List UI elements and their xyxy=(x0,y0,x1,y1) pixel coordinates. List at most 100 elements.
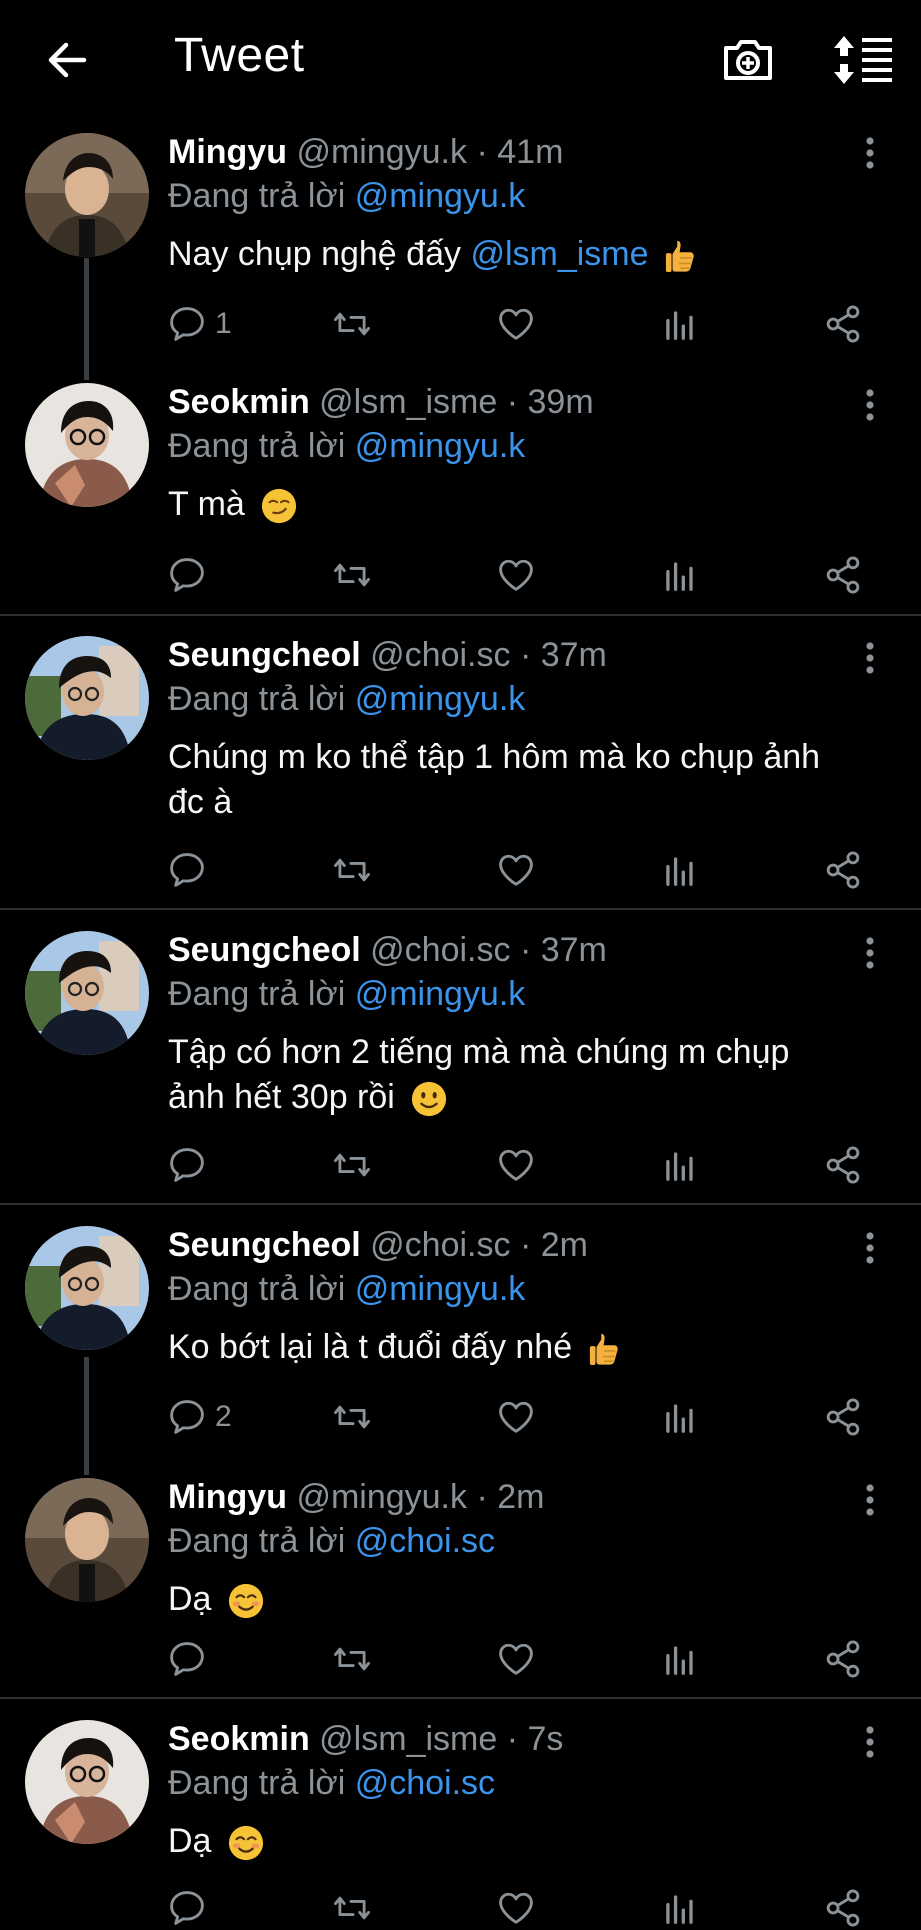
share-button[interactable] xyxy=(821,1886,865,1930)
retweet-button[interactable] xyxy=(330,848,374,892)
mention-link[interactable]: @mingyu.k xyxy=(355,1270,526,1308)
reply-context: Đang trả lời @mingyu.k xyxy=(168,1270,526,1308)
action-bar: 2 xyxy=(165,1395,875,1439)
like-button[interactable] xyxy=(494,848,538,892)
reply-button[interactable]: 1 xyxy=(165,302,232,346)
reply-button[interactable] xyxy=(165,1886,209,1930)
speech-bubble-icon xyxy=(165,1637,209,1681)
reply-button[interactable] xyxy=(165,848,209,892)
avatar[interactable] xyxy=(25,1720,149,1844)
action-bar xyxy=(165,848,875,892)
reply-button[interactable] xyxy=(165,1143,209,1187)
arrow-left-icon[interactable] xyxy=(40,32,96,88)
like-button[interactable] xyxy=(494,1395,538,1439)
share-button[interactable] xyxy=(821,553,865,597)
user-name[interactable]: Seungcheol xyxy=(168,636,361,674)
stats-button[interactable] xyxy=(658,1637,702,1681)
speech-bubble-icon xyxy=(165,848,209,892)
retweet-button[interactable] xyxy=(330,302,374,346)
vertical-dots-icon[interactable] xyxy=(855,1228,885,1268)
share-button[interactable] xyxy=(821,302,865,346)
retweet-icon xyxy=(330,1637,374,1681)
user-name[interactable]: Seungcheol xyxy=(168,931,361,969)
stats-button[interactable] xyxy=(658,1395,702,1439)
retweet-button[interactable] xyxy=(330,1886,374,1930)
vertical-dots-icon[interactable] xyxy=(855,1480,885,1520)
avatar[interactable] xyxy=(25,383,149,507)
avatar[interactable] xyxy=(25,1226,149,1350)
like-button[interactable] xyxy=(494,553,538,597)
camera-add-icon[interactable] xyxy=(718,30,778,90)
blush-smile-emoji-icon xyxy=(227,1582,265,1620)
reply-button[interactable] xyxy=(165,553,209,597)
sort-list-icon[interactable] xyxy=(830,30,896,90)
avatar[interactable] xyxy=(25,636,149,760)
stats-button[interactable] xyxy=(658,553,702,597)
retweet-button[interactable] xyxy=(330,1395,374,1439)
vertical-dots-icon[interactable] xyxy=(855,638,885,678)
like-button[interactable] xyxy=(494,302,538,346)
bar-stats-icon xyxy=(658,553,702,597)
slight-smile-emoji-icon xyxy=(410,1080,448,1118)
vertical-dots-icon[interactable] xyxy=(855,385,885,425)
divider xyxy=(0,614,921,616)
like-button[interactable] xyxy=(494,1886,538,1930)
user-name[interactable]: Seokmin xyxy=(168,383,310,421)
retweet-icon xyxy=(330,302,374,346)
share-icon xyxy=(821,848,865,892)
stats-button[interactable] xyxy=(658,848,702,892)
share-icon xyxy=(821,1143,865,1187)
mention-link[interactable]: @choi.sc xyxy=(355,1522,495,1560)
stats-button[interactable] xyxy=(658,1886,702,1930)
reply-context: Đang trả lời @choi.sc xyxy=(168,1522,496,1560)
retweet-icon xyxy=(330,1143,374,1187)
user-name[interactable]: Mingyu xyxy=(168,1478,287,1516)
like-button[interactable] xyxy=(494,1143,538,1187)
vertical-dots-icon[interactable] xyxy=(855,1722,885,1762)
stats-button[interactable] xyxy=(658,1143,702,1187)
bar-stats-icon xyxy=(658,302,702,346)
share-button[interactable] xyxy=(821,848,865,892)
user-handle: @lsm_isme xyxy=(319,383,498,421)
mention-link[interactable]: @mingyu.k xyxy=(355,975,526,1013)
timestamp: 2m xyxy=(497,1478,545,1516)
mention-link[interactable]: @lsm_isme xyxy=(470,235,648,273)
retweet-button[interactable] xyxy=(330,553,374,597)
user-handle: @lsm_isme xyxy=(319,1720,498,1758)
share-icon xyxy=(821,1886,865,1930)
mention-link[interactable]: @mingyu.k xyxy=(355,427,526,465)
vertical-dots-icon[interactable] xyxy=(855,133,885,173)
user-name[interactable]: Seokmin xyxy=(168,1720,310,1758)
avatar[interactable] xyxy=(25,1478,149,1602)
tweet-text: Dạ xyxy=(168,1577,888,1622)
retweet-button[interactable] xyxy=(330,1637,374,1681)
avatar[interactable] xyxy=(25,133,149,257)
like-button[interactable] xyxy=(494,1637,538,1681)
user-name[interactable]: Mingyu xyxy=(168,133,287,171)
stats-button[interactable] xyxy=(658,302,702,346)
mention-link[interactable]: @mingyu.k xyxy=(355,680,526,718)
retweet-button[interactable] xyxy=(330,1143,374,1187)
share-icon xyxy=(821,1637,865,1681)
mention-link[interactable]: @mingyu.k xyxy=(355,177,526,215)
mention-link[interactable]: @choi.sc xyxy=(355,1764,495,1802)
user-name[interactable]: Seungcheol xyxy=(168,1226,361,1264)
bar-stats-icon xyxy=(658,1143,702,1187)
heart-icon xyxy=(494,302,538,346)
reply-context: Đang trả lời @choi.sc xyxy=(168,1764,496,1802)
retweet-icon xyxy=(330,1886,374,1930)
share-button[interactable] xyxy=(821,1395,865,1439)
thread-connector xyxy=(84,1357,89,1475)
avatar[interactable] xyxy=(25,931,149,1055)
share-icon xyxy=(821,1395,865,1439)
timestamp: 41m xyxy=(497,133,564,171)
action-bar xyxy=(165,553,875,597)
user-handle: @choi.sc xyxy=(370,1226,511,1264)
heart-icon xyxy=(494,848,538,892)
share-button[interactable] xyxy=(821,1637,865,1681)
share-button[interactable] xyxy=(821,1143,865,1187)
reply-button[interactable] xyxy=(165,1637,209,1681)
reply-button[interactable]: 2 xyxy=(165,1395,232,1439)
timestamp: 7s xyxy=(527,1720,564,1758)
vertical-dots-icon[interactable] xyxy=(855,933,885,973)
